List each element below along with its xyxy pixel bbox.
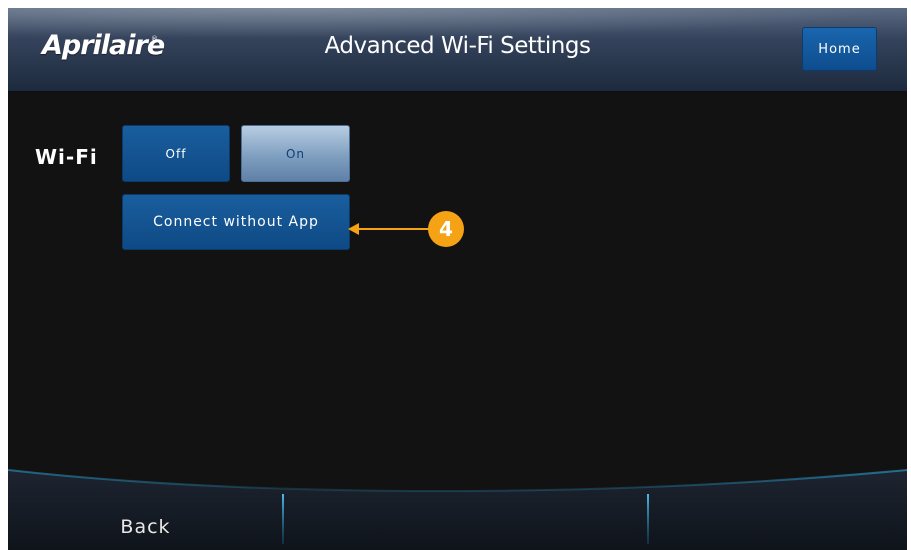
header-bar: Aprilaire ® Advanced Wi-Fi Settings Home: [8, 8, 907, 92]
callout-number-badge: 4: [428, 211, 464, 247]
connect-without-app-button[interactable]: Connect without App: [122, 194, 350, 250]
wifi-on-button[interactable]: On: [241, 125, 350, 182]
home-button[interactable]: Home: [802, 27, 877, 71]
page-title: Advanced Wi-Fi Settings: [324, 33, 591, 59]
footer-right-slot: [649, 488, 907, 550]
footer-bar: Back: [8, 464, 907, 550]
back-button[interactable]: Back: [8, 488, 283, 550]
thermostat-screen: Aprilaire ® Advanced Wi-Fi Settings Home…: [8, 8, 907, 550]
footer-center-slot: [284, 488, 647, 550]
wifi-label: Wi-Fi: [35, 145, 98, 169]
callout-line: [355, 228, 430, 230]
wifi-off-button[interactable]: Off: [122, 125, 230, 182]
